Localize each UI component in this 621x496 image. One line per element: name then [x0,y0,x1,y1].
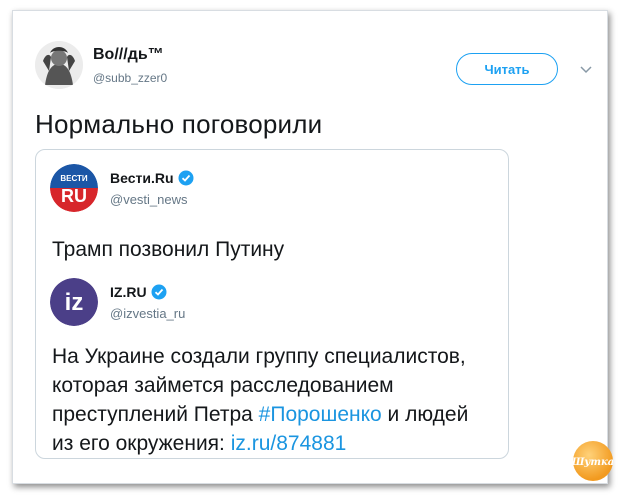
izvestia-text-line-3: преступлений Петра #Порошенко и людей [52,400,502,429]
article-link[interactable]: iz.ru/874881 [231,432,347,455]
vesti-handle[interactable]: @vesti_news [110,192,188,207]
vesti-logo-top: ВЕСТИ [60,174,88,183]
line3-suffix: и людей [381,403,469,426]
vesti-text: Трамп позвонил Путину [52,238,285,261]
watermark-icon: Шутка [573,457,613,468]
izvestia-logo-text: iz [65,289,84,316]
vesti-logo-icon: ВЕСТИ RU [50,164,98,212]
izvestia-handle[interactable]: @izvestia_ru [110,306,185,321]
izvestia-text: На Украине создали группу специалистов, … [52,342,502,458]
watermark-logo: Шутка [573,441,613,481]
vesti-logo-bottom: RU [61,186,87,206]
line3-prefix: преступлений Петра [52,403,259,426]
watermark-text: Шутка [573,457,613,468]
author-name[interactable]: Во///дь™ [93,46,164,64]
follow-button[interactable]: Читать [456,53,558,85]
izvestia-avatar[interactable]: iz [50,278,98,326]
verified-badge-icon [178,170,194,186]
izvestia-name-label: IZ.RU [110,284,147,300]
chevron-down-icon[interactable] [579,63,593,77]
izvestia-name[interactable]: IZ.RU [110,284,167,300]
tweet-card: Во///дь™ @subb_zzer0 Читать Нормально по… [12,10,613,484]
author-avatar[interactable] [35,41,83,89]
author-handle[interactable]: @subb_zzer0 [93,71,167,85]
izvestia-text-line-4: из его окружения: iz.ru/874881 [52,429,502,458]
vesti-avatar[interactable]: ВЕСТИ RU [50,164,98,212]
hashtag-link[interactable]: #Порошенко [259,403,382,426]
vesti-name[interactable]: Вести.Ru [110,170,194,186]
verified-badge-icon [151,284,167,300]
quoted-tweet[interactable]: ВЕСТИ RU Вести.Ru @vesti_news Трамп позв… [35,149,509,459]
line4-prefix: из его окружения: [52,432,231,455]
izvestia-text-line-1: На Украине создали группу специалистов, [52,345,466,368]
author-portrait-icon [35,41,83,89]
tweet-text: Нормально поговорили [35,109,323,139]
vesti-name-label: Вести.Ru [110,170,174,186]
izvestia-logo-icon: iz [50,278,98,326]
izvestia-text-line-2: которая займется расследованием [52,374,394,397]
